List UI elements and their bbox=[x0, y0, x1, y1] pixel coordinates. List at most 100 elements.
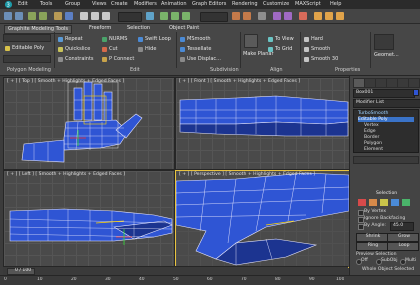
tick-label: 0 bbox=[4, 277, 7, 282]
viewport-perspective-label[interactable]: [ + ] [ Perspective ] [ Smooth + Highlig… bbox=[179, 172, 315, 177]
stack-item-editable-poly[interactable]: Editable Poly bbox=[358, 117, 414, 122]
render-setup-icon[interactable] bbox=[314, 12, 322, 20]
modify-mode-buttons[interactable] bbox=[3, 34, 51, 42]
menu-customize[interactable]: Customize bbox=[263, 1, 289, 7]
select-region-icon[interactable] bbox=[65, 12, 73, 20]
app-logo-icon[interactable]: 3 bbox=[4, 0, 13, 9]
scale-icon[interactable] bbox=[102, 12, 110, 20]
repeat-button[interactable]: Repeat bbox=[58, 36, 83, 42]
viewport-perspective[interactable]: [ + ] [ Perspective ] [ Smooth + Highlig… bbox=[175, 170, 350, 268]
menu-modifiers[interactable]: Modifiers bbox=[134, 1, 157, 7]
material-editor-icon[interactable] bbox=[299, 12, 307, 20]
tab-freeform[interactable]: Freeform bbox=[86, 25, 114, 32]
by-vertex-label: By Vertex bbox=[364, 209, 387, 214]
redo-icon[interactable] bbox=[15, 12, 23, 20]
tab-graphite-modeling-tools[interactable]: Graphite Modeling Tools bbox=[4, 25, 73, 34]
element-level-icon[interactable] bbox=[402, 199, 410, 206]
stack-item-turbosmooth[interactable]: TurboSmooth bbox=[358, 111, 388, 116]
mirror-icon[interactable] bbox=[232, 12, 240, 20]
schematic-icon[interactable] bbox=[284, 12, 292, 20]
nurms-button[interactable]: NURMS bbox=[102, 36, 127, 42]
loop-button[interactable]: Loop bbox=[387, 242, 419, 251]
link-icon[interactable] bbox=[28, 12, 36, 20]
shrink-button[interactable]: Shrink bbox=[356, 233, 388, 242]
menu-graph-editors[interactable]: Graph Editors bbox=[192, 1, 226, 7]
by-angle-label: By Angle: bbox=[364, 223, 386, 228]
make-planar-icon[interactable] bbox=[244, 34, 258, 48]
viewport-top-label[interactable]: [ + ] [ Top ] [ Smooth + Highlights + Ed… bbox=[7, 79, 124, 84]
selection-rollout-title[interactable]: Selection bbox=[376, 191, 397, 196]
tab-selection[interactable]: Selection bbox=[124, 25, 153, 32]
percent-snap-icon[interactable] bbox=[182, 12, 190, 20]
object-color-swatch[interactable] bbox=[413, 89, 419, 96]
object-name-field[interactable]: Box001 bbox=[353, 89, 415, 98]
utilities-tab-icon[interactable] bbox=[408, 78, 420, 88]
select-icon[interactable] bbox=[54, 12, 62, 20]
hard-button[interactable]: Hard bbox=[304, 36, 323, 42]
menu-group[interactable]: Group bbox=[65, 1, 80, 7]
align-icon[interactable] bbox=[243, 12, 251, 20]
smooth-button[interactable]: Smooth bbox=[304, 46, 330, 52]
menu-views[interactable]: Views bbox=[92, 1, 106, 7]
layer-icon[interactable] bbox=[258, 12, 266, 20]
snap-icon[interactable] bbox=[160, 12, 168, 20]
swift-loop-button[interactable]: Swift Loop bbox=[138, 36, 171, 42]
angle-snap-icon[interactable] bbox=[171, 12, 179, 20]
tick-label: 100 bbox=[336, 277, 345, 282]
undo-icon[interactable] bbox=[4, 12, 12, 20]
border-level-icon[interactable] bbox=[380, 199, 388, 206]
hide-button[interactable]: Hide bbox=[138, 46, 156, 52]
smooth-30-button[interactable]: Smooth 30 bbox=[304, 56, 338, 62]
cut-button[interactable]: Cut bbox=[102, 46, 118, 52]
polygon-level-icon[interactable] bbox=[391, 199, 399, 206]
stack-item-element[interactable]: Element bbox=[364, 147, 383, 152]
menu-maxscript[interactable]: MAXScript bbox=[295, 1, 321, 7]
render-frame-icon[interactable] bbox=[325, 12, 333, 20]
angle-spinner[interactable]: 45.0 bbox=[390, 222, 414, 231]
menu-create[interactable]: Create bbox=[111, 1, 128, 7]
p-connect-button[interactable]: P Connect bbox=[102, 56, 134, 62]
quickslice-button[interactable]: Quickslice bbox=[58, 46, 90, 52]
rotate-icon[interactable] bbox=[91, 12, 99, 20]
stack-item-vertex[interactable]: Vertex bbox=[364, 123, 379, 128]
ring-button[interactable]: Ring bbox=[356, 242, 388, 251]
stack-item-edge[interactable]: Edge bbox=[364, 129, 376, 134]
cut-icon bbox=[102, 46, 107, 52]
viewport-front[interactable]: [ + ] [ Front ] [ Smooth + Highlights + … bbox=[175, 77, 350, 170]
move-icon[interactable] bbox=[80, 12, 88, 20]
stack-item-border[interactable]: Border bbox=[364, 135, 379, 140]
use-displacement-button[interactable]: Use Displac... bbox=[180, 56, 221, 62]
reference-coordinate-dropdown[interactable] bbox=[118, 12, 142, 22]
msmooth-button[interactable]: MSmooth bbox=[180, 36, 211, 42]
stack-tools-bar[interactable] bbox=[353, 156, 419, 164]
to-view-button[interactable]: To View bbox=[268, 36, 294, 42]
viewport-left-label[interactable]: [ + ] [ Left ] [ Smooth + Highlights + E… bbox=[7, 172, 125, 177]
stack-item-polygon[interactable]: Polygon bbox=[364, 141, 382, 146]
menu-tools[interactable]: Tools bbox=[40, 1, 52, 7]
subobject-buttons[interactable] bbox=[3, 55, 51, 63]
menu-help[interactable]: Help bbox=[330, 1, 341, 7]
render-icon[interactable] bbox=[336, 12, 344, 20]
vertex-level-icon[interactable] bbox=[358, 199, 366, 206]
to-grid-button[interactable]: To Grid bbox=[268, 46, 292, 52]
menu-animation[interactable]: Animation bbox=[161, 1, 187, 7]
unlink-icon[interactable] bbox=[39, 12, 47, 20]
viewport-left[interactable]: [ + ] [ Left ] [ Smooth + Highlights + E… bbox=[3, 170, 175, 268]
modifier-list-dropdown[interactable]: Modifier List bbox=[353, 99, 420, 108]
timeline-track[interactable]: 0 10 20 30 40 50 60 70 80 90 100 bbox=[0, 275, 420, 285]
curve-editor-icon[interactable] bbox=[273, 12, 281, 20]
time-slider[interactable]: 0 / 100 bbox=[3, 266, 348, 275]
viewport-top[interactable]: [ + ] [ Top ] [ Smooth + Highlights + Ed… bbox=[3, 77, 175, 170]
menu-edit[interactable]: Edit bbox=[18, 1, 28, 7]
tessellate-icon bbox=[180, 46, 185, 52]
geometry-button[interactable] bbox=[374, 34, 394, 50]
grow-button[interactable]: Grow bbox=[387, 233, 419, 242]
viewport-front-label[interactable]: [ + ] [ Front ] [ Smooth + Highlights + … bbox=[179, 79, 300, 84]
menu-rendering[interactable]: Rendering bbox=[232, 1, 258, 7]
tessellate-button[interactable]: Tessellate bbox=[180, 46, 211, 52]
constraints-button[interactable]: Constraints bbox=[58, 56, 94, 62]
pivot-icon[interactable] bbox=[146, 12, 154, 20]
edge-level-icon[interactable] bbox=[369, 199, 377, 206]
named-selection-dropdown[interactable] bbox=[200, 12, 228, 22]
tab-object-paint[interactable]: Object Paint bbox=[166, 25, 202, 32]
